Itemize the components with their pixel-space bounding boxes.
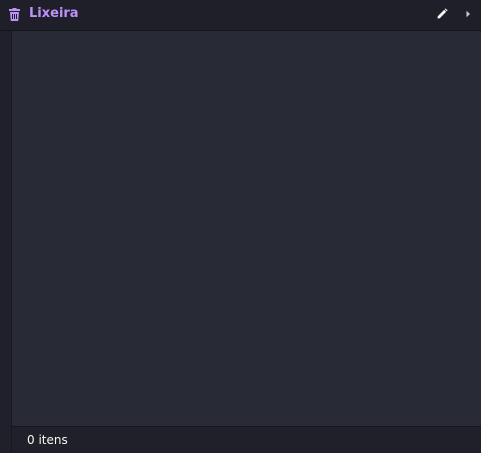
status-bar: 0 itens	[12, 426, 481, 453]
edit-button[interactable]	[434, 6, 450, 22]
chevron-right-icon	[466, 10, 470, 18]
item-count: 0 itens	[27, 433, 68, 447]
panel-header: Lixeira	[0, 0, 481, 31]
left-rail	[0, 31, 12, 453]
trash-icon	[9, 8, 20, 21]
trash-panel: Lixeira 0 itens	[0, 0, 481, 453]
expand-button[interactable]	[461, 6, 475, 22]
trash-items-list	[12, 31, 481, 426]
panel-title: Lixeira	[29, 6, 79, 21]
pencil-icon	[437, 8, 448, 19]
